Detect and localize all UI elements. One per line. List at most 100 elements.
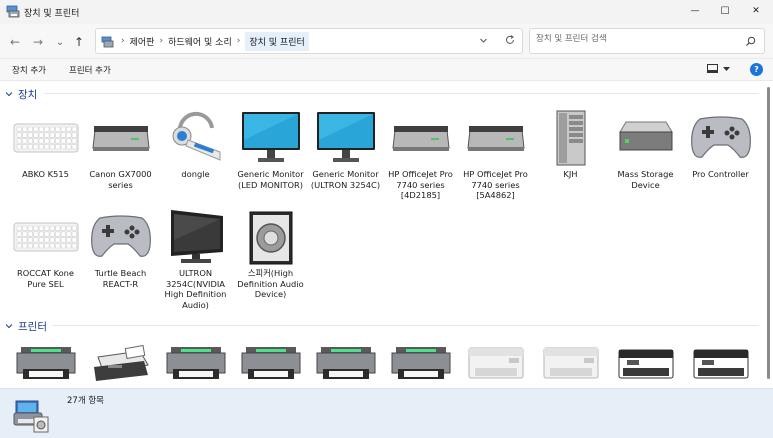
status-bar: 27개 항목 bbox=[0, 388, 773, 438]
printer-icon bbox=[313, 343, 379, 387]
headset-icon bbox=[163, 109, 229, 167]
printers-group-header[interactable]: 프린터 bbox=[5, 319, 47, 334]
tv-display-icon bbox=[163, 208, 229, 266]
scanner-icon bbox=[88, 109, 154, 167]
scanner-icon bbox=[463, 109, 529, 167]
device-item[interactable]: KJH bbox=[533, 109, 608, 180]
devices-group-divider bbox=[44, 93, 759, 94]
address-dropdown-icon[interactable] bbox=[479, 36, 488, 48]
search-icon[interactable] bbox=[745, 36, 756, 50]
printer-item[interactable] bbox=[308, 343, 383, 387]
device-label: KJH bbox=[563, 169, 578, 179]
command-bar: 장치 추가 프린터 추가 ? bbox=[0, 59, 773, 81]
printer-item[interactable] bbox=[83, 343, 158, 387]
device-item[interactable]: 스피커(High Definition Audio Device) bbox=[233, 208, 308, 300]
gamepad-icon bbox=[688, 109, 754, 167]
vertical-scrollbar[interactable] bbox=[764, 81, 773, 388]
device-item[interactable]: Generic Monitor (ULTRON 3254C) bbox=[308, 109, 383, 190]
devices-group-title: 장치 bbox=[18, 89, 38, 101]
minimize-button[interactable]: — bbox=[680, 0, 710, 22]
printer-icon bbox=[238, 343, 304, 387]
add-printer-button[interactable]: 프린터 추가 bbox=[69, 64, 111, 76]
close-button[interactable]: ✕ bbox=[741, 0, 771, 22]
breadcrumb-separator: › bbox=[236, 36, 241, 46]
collapse-chevron-icon[interactable] bbox=[5, 89, 13, 101]
collapse-chevron-icon[interactable] bbox=[5, 321, 13, 333]
printer-item[interactable] bbox=[458, 343, 533, 387]
monitor-icon bbox=[238, 109, 304, 167]
keyboard-icon bbox=[13, 109, 79, 167]
address-row: ← → ⌄ ↑ › 제어판 › 하드웨어 및 소리 › 장치 및 프린터 bbox=[0, 24, 773, 59]
device-item[interactable]: Canon GX7000 series bbox=[83, 109, 158, 190]
printer-item[interactable] bbox=[158, 343, 233, 387]
device-item[interactable]: ROCCAT Kone Pure SEL bbox=[8, 208, 83, 289]
computer-tower-icon bbox=[538, 109, 604, 167]
device-label: 스피커(High Definition Audio Device) bbox=[237, 268, 304, 299]
device-item[interactable]: HP OfficeJet Pro 7740 series [4D2185] bbox=[383, 109, 458, 201]
control-panel-icon bbox=[101, 36, 114, 48]
back-button[interactable]: ← bbox=[6, 33, 24, 51]
up-button[interactable]: ↑ bbox=[70, 33, 88, 51]
device-label: Turtle Beach REACT-R bbox=[94, 268, 147, 289]
breadcrumb-control-panel[interactable]: 제어판 bbox=[130, 35, 155, 48]
scanner-icon bbox=[388, 109, 454, 167]
device-item[interactable]: ABKO K515 bbox=[8, 109, 83, 180]
printer-icon bbox=[388, 343, 454, 387]
breadcrumb-devices-printers[interactable]: 장치 및 프린터 bbox=[245, 31, 309, 51]
device-label: ABKO K515 bbox=[22, 169, 69, 179]
devices-printers-status-icon bbox=[12, 399, 50, 436]
device-item[interactable]: Pro Controller bbox=[683, 109, 758, 180]
device-label: Generic Monitor (ULTRON 3254C) bbox=[310, 169, 381, 190]
keyboard-icon bbox=[13, 208, 79, 266]
gamepad-icon bbox=[88, 208, 154, 266]
device-label: Canon GX7000 series bbox=[89, 169, 152, 190]
breadcrumb-separator: › bbox=[121, 36, 125, 46]
device-item[interactable]: Generic Monitor (LED MONITOR) bbox=[233, 109, 308, 190]
device-label: Pro Controller bbox=[692, 169, 749, 179]
item-count: 27개 항목 bbox=[67, 396, 104, 406]
printer-icon bbox=[13, 343, 79, 387]
printer-item[interactable] bbox=[608, 343, 683, 387]
devices-printers-app-icon bbox=[6, 5, 20, 18]
add-device-button[interactable]: 장치 추가 bbox=[12, 64, 46, 76]
device-label: ULTRON 3254C(NVIDIA High Definition Audi… bbox=[164, 268, 227, 310]
printer-white-icon bbox=[463, 343, 529, 387]
search-input[interactable] bbox=[536, 34, 736, 44]
device-item[interactable]: Mass Storage Device bbox=[608, 109, 683, 190]
forward-button[interactable]: → bbox=[29, 33, 47, 51]
change-view-button[interactable] bbox=[707, 64, 730, 76]
window-title: 장치 및 프린터 bbox=[24, 9, 80, 19]
printer-black-icon bbox=[688, 343, 754, 387]
printers-group-title: 프린터 bbox=[18, 321, 47, 333]
printer-item[interactable] bbox=[8, 343, 83, 387]
printer-item[interactable] bbox=[383, 343, 458, 387]
breadcrumb-hardware-sound[interactable]: 하드웨어 및 소리 bbox=[168, 35, 232, 48]
device-item[interactable]: Turtle Beach REACT-R bbox=[83, 208, 158, 289]
hard-drive-icon bbox=[613, 109, 679, 167]
device-label: Mass Storage Device bbox=[617, 169, 674, 190]
printer-icon bbox=[163, 343, 229, 387]
help-button[interactable]: ? bbox=[750, 63, 763, 76]
device-item[interactable]: dongle bbox=[158, 109, 233, 180]
monitor-icon bbox=[313, 109, 379, 167]
printer-item[interactable] bbox=[683, 343, 758, 387]
printer-item[interactable] bbox=[533, 343, 608, 387]
maximize-button[interactable]: ☐ bbox=[710, 0, 740, 22]
printer-white-icon bbox=[538, 343, 604, 387]
recent-locations-button[interactable]: ⌄ bbox=[51, 33, 69, 51]
view-dropdown-icon bbox=[723, 65, 730, 75]
breadcrumb: › 제어판 › 하드웨어 및 소리 › 장치 및 프린터 bbox=[116, 29, 309, 53]
devices-group-header[interactable]: 장치 bbox=[5, 87, 37, 102]
address-bar[interactable]: › 제어판 › 하드웨어 및 소리 › 장치 및 프린터 bbox=[95, 28, 523, 54]
device-item[interactable]: ULTRON 3254C(NVIDIA High Definition Audi… bbox=[158, 208, 233, 310]
search-box[interactable] bbox=[529, 28, 765, 54]
scrollbar-thumb[interactable] bbox=[767, 87, 770, 379]
device-list-pane: 장치 ABKO K515 Canon GX7000 series dongle Gen… bbox=[0, 81, 763, 388]
device-label: HP OfficeJet Pro 7740 series [4D2185] bbox=[388, 169, 453, 200]
view-icon bbox=[707, 64, 718, 76]
device-label: dongle bbox=[181, 169, 210, 179]
device-item[interactable]: HP OfficeJet Pro 7740 series [5A4862] bbox=[458, 109, 533, 201]
printer-item[interactable] bbox=[233, 343, 308, 387]
refresh-icon[interactable] bbox=[504, 34, 516, 49]
breadcrumb-separator: › bbox=[159, 36, 164, 46]
